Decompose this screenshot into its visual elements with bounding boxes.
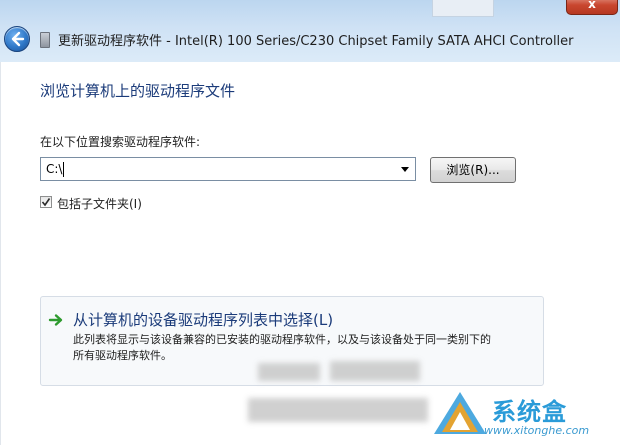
blurred-region	[248, 398, 428, 422]
path-combobox[interactable]: C:\	[40, 157, 416, 181]
background-window-fragment	[432, 0, 494, 17]
watermark-name: 系统盒	[492, 398, 567, 426]
blurred-region	[258, 363, 320, 381]
green-arrow-icon	[48, 314, 63, 326]
include-subfolders-checkbox[interactable]	[40, 196, 52, 208]
browse-button[interactable]: 浏览(R)...	[430, 157, 516, 183]
include-subfolders-label[interactable]: 包括子文件夹(I)	[57, 195, 142, 212]
text-caret	[63, 162, 64, 177]
description-line-1: 此列表将显示与该设备兼容的已安装的驱动程序软件，以及与该设备处于同一类别下的	[73, 333, 491, 346]
dropdown-arrow-icon[interactable]	[398, 162, 412, 176]
search-location-label: 在以下位置搜索驱动程序软件:	[40, 135, 201, 149]
content-area	[0, 62, 620, 445]
watermark-url: www.xitonghe.com	[484, 424, 590, 437]
checkmark-icon	[41, 198, 51, 207]
watermark-logo-icon	[434, 392, 486, 434]
back-button[interactable]	[4, 26, 30, 52]
close-button[interactable]: x	[566, 0, 618, 15]
back-arrow-icon	[11, 31, 25, 47]
driver-update-window: x 更新驱动程序软件 - Intel(R) 100 Series/C230 Ch…	[0, 0, 620, 445]
page-heading: 浏览计算机上的驱动程序文件	[40, 82, 236, 100]
pick-from-list-description: 此列表将显示与该设备兼容的已安装的驱动程序软件，以及与该设备处于同一类别下的 所…	[73, 332, 533, 364]
blurred-region	[330, 361, 420, 381]
path-input-value[interactable]: C:\	[46, 162, 62, 176]
description-line-2: 所有驱动程序软件。	[73, 349, 172, 362]
device-icon	[40, 32, 50, 48]
pick-from-list-link[interactable]: 从计算机的设备驱动程序列表中选择(L)	[73, 309, 333, 330]
window-title: 更新驱动程序软件 - Intel(R) 100 Series/C230 Chip…	[58, 34, 574, 49]
